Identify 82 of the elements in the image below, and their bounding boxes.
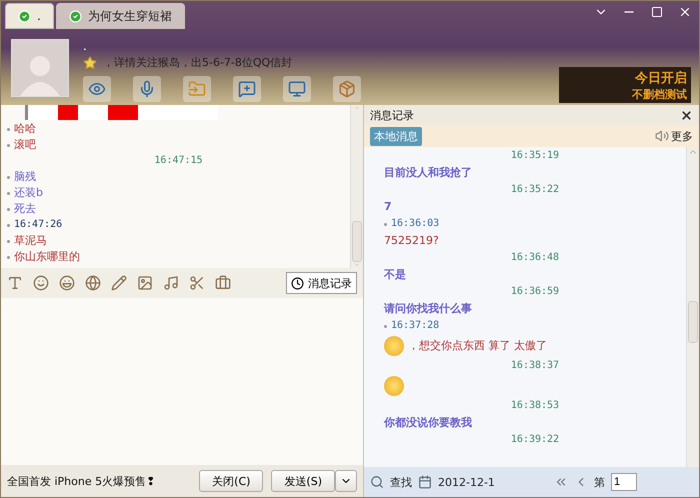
emoji-icon [384,336,404,356]
timestamp: 16:47:26 [14,218,62,232]
online-status-icon [68,10,82,22]
message-text: 你都没说你要教我 [384,416,472,430]
folder-icon[interactable] [183,76,211,102]
calendar-icon[interactable] [418,475,432,489]
ad-banner[interactable]: 今日开启 不删档测试 [559,67,691,103]
timestamp: 16:36:48 [510,251,560,265]
bullet-icon [7,240,10,242]
message-text: 草泥马 [14,234,47,248]
history-button[interactable]: 消息记录 [286,272,357,294]
message-text: 哈哈 [14,122,36,136]
chat-tab[interactable]: . [5,3,54,29]
scroll-thumb[interactable] [352,220,362,262]
message-text: 7 [384,200,392,214]
timestamp: 16:36:03 [391,217,440,231]
monitor-icon[interactable] [283,76,311,102]
timestamp: 16:36:59 [510,285,560,299]
send-button[interactable]: 发送(S) [271,470,335,492]
microphone-icon[interactable] [133,76,161,102]
message-input[interactable] [1,298,363,465]
message-text: 滚吧 [14,138,36,152]
scrollbar[interactable] [686,147,699,467]
message-text: 你山东哪里的 [14,250,80,264]
music-icon[interactable] [163,275,179,291]
webcam-icon[interactable] [83,76,111,102]
bullet-icon [7,256,10,258]
page-field[interactable]: 1 [611,473,637,491]
bullet-icon [7,128,10,130]
message-add-icon[interactable] [233,76,261,102]
close-icon[interactable] [680,108,693,122]
bullet-icon [7,224,10,226]
image-icon[interactable] [137,275,153,291]
more-button[interactable]: 更多 [655,128,693,144]
message-text: 死去 [14,202,36,216]
chat-tab[interactable]: 为何女生穿短裙 [56,3,185,29]
message-text: 不是 [384,268,406,282]
panel-title: 消息记录 [370,108,414,122]
star-icon [83,56,97,70]
pencil-icon[interactable] [111,275,127,291]
timestamp: 16:38:53 [510,399,560,413]
message-text: 请问你找我什么事 [384,302,472,316]
scrollbar[interactable] [350,105,363,268]
briefcase-icon[interactable] [215,275,231,291]
message-text: 脑残 [14,170,36,184]
speaker-icon [655,129,669,143]
scissors-icon[interactable] [189,275,205,291]
font-icon[interactable] [7,275,23,291]
page-label: 第 [594,474,605,490]
message-text: 还装b [14,186,43,200]
timestamp: 16:37:28 [391,319,440,333]
box-icon[interactable] [333,76,361,102]
bullet-icon [7,176,10,178]
bullet-icon [7,144,10,146]
timestamp: 16:35:22 [510,183,560,197]
promo-link[interactable]: 全国首发 iPhone 5火爆预售❢ [7,474,156,488]
bullet-icon [384,222,387,226]
search-icon[interactable] [370,475,384,489]
message-text: 7525219? [384,234,439,248]
send-options-button[interactable] [335,470,357,492]
message-text: ，想交你点东西 算了 太傲了 [408,339,547,353]
bullet-icon [384,324,387,328]
close-button[interactable]: 关闭(C) [199,470,264,492]
search-label[interactable]: 查找 [390,474,412,490]
face-icon[interactable] [59,275,75,291]
bullet-icon [7,192,10,194]
message-text: 目前没人和我抢了 [384,166,472,180]
timestamp: 16:35:19 [510,149,560,163]
signature-text: ，详情关注猴岛，出5-6-7-8位QQ信封 [103,55,292,70]
clock-icon [291,276,304,290]
date-text[interactable]: 2012-12-1 [438,476,495,488]
timestamp: 16:38:37 [510,359,560,373]
ad-text: 今日开启 [635,70,687,86]
scroll-thumb[interactable] [688,301,698,343]
ad-text: 不删档测试 [632,86,687,102]
timestamp: 16:47:15 [154,154,203,168]
timestamp: 16:39:22 [510,433,560,447]
online-status-icon [18,10,31,22]
smiley-icon[interactable] [33,275,49,291]
bullet-icon [7,208,10,210]
contact-name: . [83,39,88,53]
globe-icon[interactable] [85,275,101,291]
